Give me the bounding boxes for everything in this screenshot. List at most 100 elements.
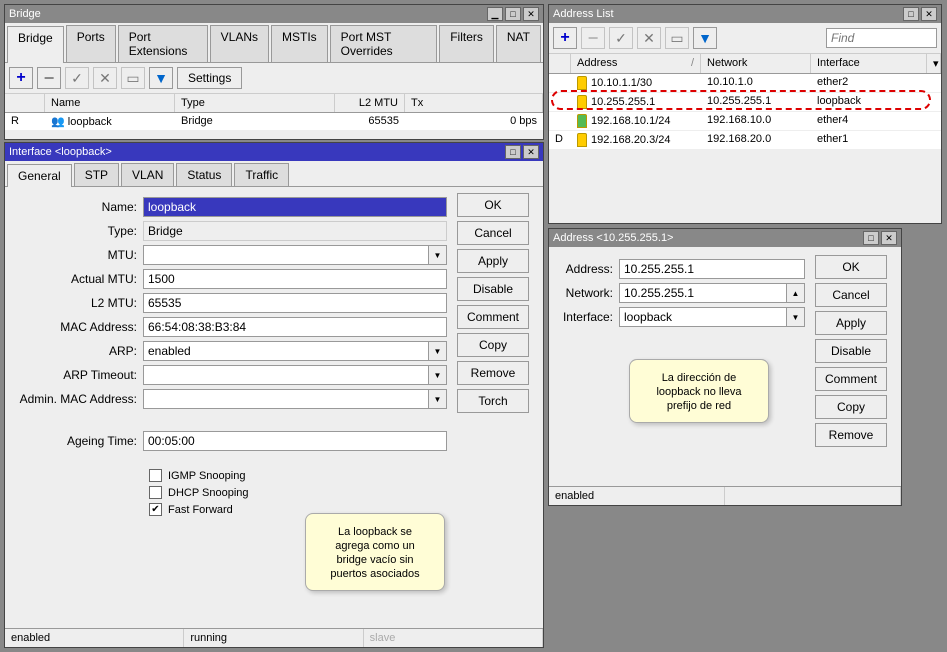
- list-item[interactable]: 192.168.10.1/24192.168.10.0ether4: [549, 112, 941, 131]
- col-interface[interactable]: Interface: [811, 54, 927, 73]
- ok-button[interactable]: OK: [457, 193, 529, 217]
- list-item[interactable]: 10.255.255.110.255.255.1loopback: [549, 93, 941, 112]
- ageing-time-field[interactable]: [143, 431, 447, 451]
- filter-icon[interactable]: ▼: [693, 27, 717, 49]
- remove-button[interactable]: −: [37, 67, 61, 89]
- remove-button[interactable]: Remove: [457, 361, 529, 385]
- tab-filters[interactable]: Filters: [439, 25, 494, 62]
- address-list-grid: Address / Network Interface ▾ 10.10.1.1/…: [549, 54, 941, 150]
- tab-traffic[interactable]: Traffic: [234, 163, 289, 186]
- ok-button[interactable]: OK: [815, 255, 887, 279]
- col-name[interactable]: Name: [45, 94, 175, 112]
- tab-bridge[interactable]: Bridge: [7, 26, 64, 63]
- comment-button[interactable]: Comment: [457, 305, 529, 329]
- settings-button[interactable]: Settings: [177, 67, 242, 89]
- col-network[interactable]: Network: [701, 54, 811, 73]
- mac-field[interactable]: [143, 317, 447, 337]
- cancel-button[interactable]: Cancel: [457, 221, 529, 245]
- l2mtu-field[interactable]: [143, 293, 447, 313]
- col-type[interactable]: Type: [175, 94, 335, 112]
- bridge-row[interactable]: R 👥 loopback Bridge 65535 0 bps: [5, 113, 543, 131]
- arp-timeout-field[interactable]: [143, 365, 429, 385]
- label-mac: MAC Address:: [13, 320, 143, 334]
- tab-nat[interactable]: NAT: [496, 25, 541, 62]
- minimize-icon[interactable]: ▁: [487, 7, 503, 21]
- tab-port-extensions[interactable]: Port Extensions: [118, 25, 208, 62]
- interface-tabs: General STP VLAN Status Traffic: [5, 161, 543, 187]
- enable-icon[interactable]: ✓: [65, 67, 89, 89]
- tab-ports[interactable]: Ports: [66, 25, 116, 62]
- disable-icon[interactable]: ✕: [93, 67, 117, 89]
- arp-timeout-dropdown-icon[interactable]: ▼: [429, 365, 447, 385]
- maximize-icon[interactable]: □: [903, 7, 919, 21]
- tab-status[interactable]: Status: [176, 163, 232, 186]
- bridge-tabs: Bridge Ports Port Extensions VLANs MSTIs…: [5, 23, 543, 63]
- close-icon[interactable]: ✕: [881, 231, 897, 245]
- maximize-icon[interactable]: □: [505, 145, 521, 159]
- tab-port-mst-overrides[interactable]: Port MST Overrides: [330, 25, 438, 62]
- tab-vlans[interactable]: VLANs: [210, 25, 269, 62]
- comment-icon[interactable]: ▭: [665, 27, 689, 49]
- interface-field[interactable]: [619, 307, 787, 327]
- address-title: Address <10.255.255.1>: [553, 232, 673, 244]
- interface-form: Name: Type:Bridge MTU:▼ Actual MTU: L2 M…: [13, 193, 457, 520]
- label-actual-mtu: Actual MTU:: [13, 272, 143, 286]
- dhcp-snooping-check[interactable]: DHCP Snooping: [149, 486, 447, 499]
- maximize-icon[interactable]: □: [505, 7, 521, 21]
- igmp-snooping-check[interactable]: IGMP Snooping: [149, 469, 447, 482]
- col-flag[interactable]: [549, 54, 571, 73]
- list-item[interactable]: 10.10.1.1/3010.10.1.0ether2: [549, 74, 941, 93]
- checkbox-checked-icon: ✔: [149, 503, 162, 516]
- label-arp: ARP:: [13, 344, 143, 358]
- network-field[interactable]: [619, 283, 787, 303]
- disable-button[interactable]: Disable: [815, 339, 887, 363]
- label-name: Name:: [13, 200, 143, 214]
- tab-stp[interactable]: STP: [74, 163, 119, 186]
- close-icon[interactable]: ✕: [921, 7, 937, 21]
- cancel-button[interactable]: Cancel: [815, 283, 887, 307]
- remove-button[interactable]: −: [581, 27, 605, 49]
- interface-dropdown-icon[interactable]: ▼: [787, 307, 805, 327]
- tab-vlan[interactable]: VLAN: [121, 163, 174, 186]
- add-button[interactable]: +: [9, 67, 33, 89]
- list-item[interactable]: D192.168.20.3/24192.168.20.0ether1: [549, 131, 941, 150]
- remove-button[interactable]: Remove: [815, 423, 887, 447]
- actual-mtu-field[interactable]: [143, 269, 447, 289]
- arp-field[interactable]: [143, 341, 429, 361]
- label-type: Type:: [13, 224, 143, 238]
- disable-icon[interactable]: ✕: [637, 27, 661, 49]
- mtu-dropdown-icon[interactable]: ▼: [429, 245, 447, 265]
- copy-button[interactable]: Copy: [457, 333, 529, 357]
- col-l2mtu[interactable]: L2 MTU: [335, 94, 405, 112]
- close-icon[interactable]: ✕: [523, 145, 539, 159]
- torch-button[interactable]: Torch: [457, 389, 529, 413]
- bridge-toolbar: + − ✓ ✕ ▭ ▼ Settings: [5, 63, 543, 94]
- mtu-field[interactable]: [143, 245, 429, 265]
- col-dropdown-icon[interactable]: ▾: [927, 54, 941, 73]
- tab-mstis[interactable]: MSTIs: [271, 25, 328, 62]
- name-field[interactable]: [143, 197, 447, 217]
- disable-button[interactable]: Disable: [457, 277, 529, 301]
- copy-button[interactable]: Copy: [815, 395, 887, 419]
- close-icon[interactable]: ✕: [523, 7, 539, 21]
- add-button[interactable]: +: [553, 27, 577, 49]
- admin-mac-dropdown-icon[interactable]: ▼: [429, 389, 447, 409]
- network-dropdown-icon[interactable]: ▲: [787, 283, 805, 303]
- address-field[interactable]: [619, 259, 805, 279]
- col-flag[interactable]: [5, 94, 45, 112]
- col-tx[interactable]: Tx: [405, 94, 543, 112]
- tab-general[interactable]: General: [7, 164, 72, 187]
- arp-dropdown-icon[interactable]: ▼: [429, 341, 447, 361]
- filter-icon[interactable]: ▼: [149, 67, 173, 89]
- col-address[interactable]: Address /: [571, 54, 701, 73]
- find-input[interactable]: [826, 28, 937, 48]
- address-titlebar: Address <10.255.255.1> □ ✕: [549, 229, 901, 247]
- label-ageing-time: Ageing Time:: [13, 434, 143, 448]
- maximize-icon[interactable]: □: [863, 231, 879, 245]
- enable-icon[interactable]: ✓: [609, 27, 633, 49]
- admin-mac-field[interactable]: [143, 389, 429, 409]
- apply-button[interactable]: Apply: [457, 249, 529, 273]
- comment-icon[interactable]: ▭: [121, 67, 145, 89]
- apply-button[interactable]: Apply: [815, 311, 887, 335]
- comment-button[interactable]: Comment: [815, 367, 887, 391]
